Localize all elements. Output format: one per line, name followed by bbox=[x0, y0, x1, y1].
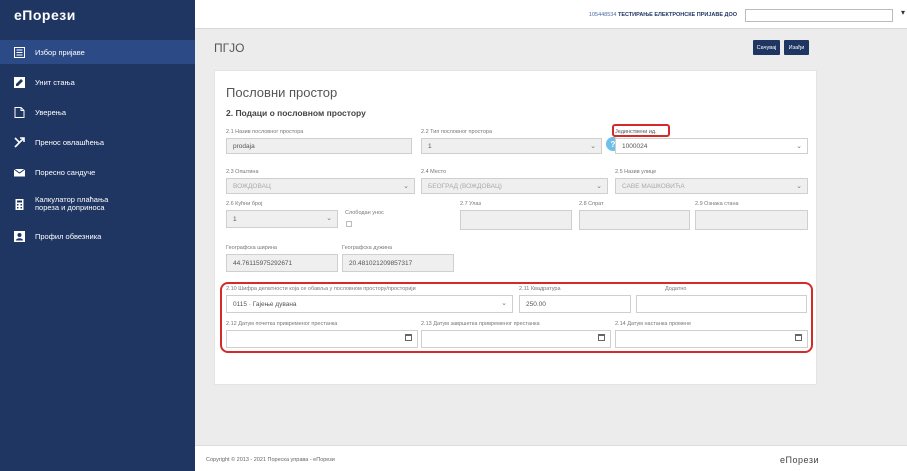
place-select[interactable]: БЕОГРАД (ВОЖДОВАЦ) ⌄ bbox=[421, 178, 608, 194]
section-title: 2. Подаци о пословном простору bbox=[226, 108, 366, 118]
place-value: БЕОГРАД (ВОЖДОВАЦ) bbox=[428, 182, 502, 190]
topbar: 105448534 ТЕСТИРАЊЕ ЕЛЕКТРОНСКЕ ПРИЈАВЕ … bbox=[195, 0, 907, 29]
house-number-label: 2.6 Кућни број bbox=[226, 201, 263, 207]
municipality-select[interactable]: ВОЖДОВАЦ ⌄ bbox=[226, 178, 415, 194]
sidebar-item-label: Избор пријаве bbox=[35, 47, 85, 57]
footer-logo: еПорези bbox=[780, 455, 819, 465]
chevron-down-icon: ⌄ bbox=[796, 183, 802, 190]
premises-type-label: 2.2 Тип пословног простора bbox=[421, 129, 493, 135]
sidebar: еПорези Избор пријаве Унит стања Уверења… bbox=[0, 0, 195, 471]
copyright-text: Copyright © 2013 - 2021 Пореска управа -… bbox=[206, 457, 335, 463]
sidebar-item-status[interactable]: Унит стања bbox=[0, 70, 195, 94]
place-label: 2.4 Место bbox=[421, 169, 447, 175]
floor-label: 2.8 Спрат bbox=[579, 201, 604, 207]
entrance-label: 2.7 Улаз bbox=[460, 201, 482, 207]
municipality-label: 2.3 Општина bbox=[226, 169, 259, 175]
sidebar-item-taxpayer-profile[interactable]: Профил обвезника bbox=[0, 224, 195, 248]
sidebar-item-label: Унит стања bbox=[35, 77, 75, 87]
sidebar-item-calculator[interactable]: Калкулатор плаћања пореза и доприноса bbox=[0, 192, 195, 216]
premises-type-select[interactable]: 1 ⌄ bbox=[421, 138, 602, 154]
calculator-icon bbox=[14, 198, 25, 210]
exit-button[interactable]: Изађи bbox=[784, 40, 809, 55]
document-icon bbox=[14, 106, 25, 118]
unique-id-value: 1000024 bbox=[622, 142, 648, 150]
premises-type-value: 1 bbox=[428, 142, 432, 150]
premises-name-input[interactable]: prodaja bbox=[226, 138, 412, 154]
sidebar-item-label: Профил обвезника bbox=[35, 231, 102, 241]
user-name: ТЕСТИРАЊЕ ЕЛЕКТРОНСКЕ ПРИЈАВЕ ДОО bbox=[617, 12, 737, 18]
house-number-value: 1 bbox=[233, 215, 237, 223]
apartment-label: 2.9 Ознака стана bbox=[695, 201, 739, 207]
footer: Copyright © 2013 - 2021 Пореска управа -… bbox=[195, 445, 907, 471]
app-logo[interactable]: еПорези bbox=[0, 0, 195, 29]
user-info: 105448534 ТЕСТИРАЊЕ ЕЛЕКТРОНСКЕ ПРИЈАВЕ … bbox=[589, 12, 737, 18]
pencil-icon bbox=[14, 76, 25, 88]
chevron-down-icon: ⌄ bbox=[590, 143, 596, 150]
floor-input[interactable] bbox=[579, 210, 690, 230]
card-title: Пословни простор bbox=[226, 85, 338, 100]
chevron-down-icon: ⌄ bbox=[796, 143, 802, 150]
save-button[interactable]: Сачувај bbox=[753, 40, 780, 55]
chevron-down-icon: ⌄ bbox=[326, 215, 332, 222]
mail-icon bbox=[14, 167, 25, 178]
sidebar-item-label: Калкулатор плаћања пореза и доприноса bbox=[35, 195, 109, 212]
sidebar-item-select-return[interactable]: Избор пријаве bbox=[0, 40, 195, 64]
apartment-input[interactable] bbox=[695, 210, 808, 230]
free-entry-checkbox[interactable] bbox=[346, 221, 352, 227]
sidebar-item-tax-mailbox[interactable]: Поресно сандуче bbox=[0, 160, 195, 184]
house-number-select[interactable]: 1 ⌄ bbox=[226, 210, 338, 228]
sidebar-item-label: Поресно сандуче bbox=[35, 167, 96, 177]
business-premises-card: Пословни простор 2. Подаци о пословном п… bbox=[214, 70, 817, 385]
street-select[interactable]: САВЕ МАШКОВИЋА ⌄ bbox=[615, 178, 808, 194]
longitude-label: Географска дужина bbox=[342, 245, 393, 251]
longitude-input[interactable]: 20.481021209857317 bbox=[342, 254, 454, 272]
list-icon bbox=[14, 46, 25, 58]
latitude-input[interactable]: 44.76115975292671 bbox=[226, 254, 338, 272]
user-id: 105448534 bbox=[588, 12, 617, 18]
sidebar-item-label: Пренос овлашћења bbox=[35, 137, 105, 147]
latitude-label: Географска ширина bbox=[226, 245, 277, 251]
chevron-down-icon: ⌄ bbox=[596, 183, 602, 190]
chevron-down-icon: ⌄ bbox=[403, 183, 409, 190]
company-select[interactable] bbox=[745, 9, 893, 22]
page-header: ПГЈО Сачувај Изађи bbox=[195, 29, 907, 64]
chevron-down-icon[interactable]: ▾ bbox=[901, 8, 905, 17]
highlight-unique-id bbox=[612, 124, 670, 137]
entrance-input[interactable] bbox=[460, 210, 572, 230]
sidebar-item-certificates[interactable]: Уверења bbox=[0, 100, 195, 124]
free-entry-label: Слободан унос bbox=[345, 210, 384, 216]
transfer-icon bbox=[14, 136, 25, 148]
user-card-icon bbox=[14, 230, 25, 242]
premises-name-label: 2.1 Назив пословног простора bbox=[226, 129, 304, 135]
highlight-activity-section bbox=[220, 282, 813, 353]
sidebar-item-authorization[interactable]: Пренос овлашћења bbox=[0, 130, 195, 154]
sidebar-item-label: Уверења bbox=[35, 107, 67, 117]
municipality-value: ВОЖДОВАЦ bbox=[233, 182, 271, 190]
street-value: САВЕ МАШКОВИЋА bbox=[622, 182, 685, 190]
street-label: 2.5 Назив улице bbox=[615, 169, 657, 175]
page-title: ПГЈО bbox=[214, 41, 245, 55]
unique-id-select[interactable]: 1000024 ⌄ bbox=[615, 138, 808, 154]
